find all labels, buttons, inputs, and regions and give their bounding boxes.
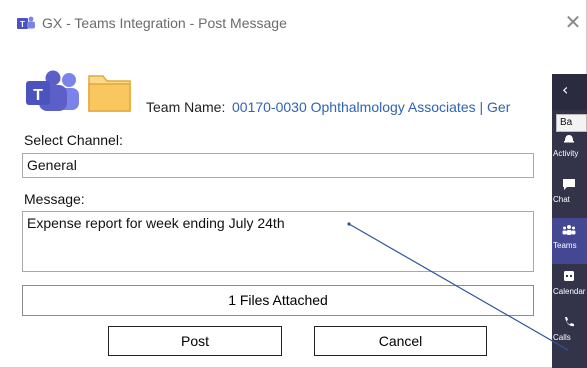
bell-icon: [564, 135, 574, 143]
message-input[interactable]: Expense report for week ending July 24th: [22, 211, 534, 272]
svg-text:T: T: [33, 87, 43, 104]
sidebar-item-activity[interactable]: Activity: [552, 126, 587, 172]
teams-sidebar: ‹ Ba Activity Chat Teams Calendar Calls: [552, 74, 587, 368]
svg-text:T: T: [20, 20, 25, 29]
teams-sidebar-header: ‹: [552, 74, 587, 110]
sidebar-item-chat[interactable]: Chat: [552, 172, 587, 218]
files-attached-box[interactable]: 1 Files Attached: [22, 285, 534, 316]
channel-select-value: General: [27, 157, 77, 173]
sidebar-item-calls[interactable]: Calls: [552, 310, 587, 356]
sidebar-item-teams[interactable]: Teams: [552, 218, 587, 264]
message-text: Expense report for week ending July 24th: [27, 215, 285, 231]
phone-icon: [565, 317, 574, 327]
teams-logo-icon: T: [26, 70, 79, 111]
team-name-value: 00170-0030 Ophthalmology Associates | Ge…: [232, 99, 511, 115]
sidebar-item-label: Teams: [553, 241, 577, 250]
sidebar-item-label: Activity: [553, 149, 579, 158]
cancel-button-label: Cancel: [378, 333, 423, 349]
close-icon[interactable]: ✕: [561, 10, 585, 34]
post-button[interactable]: Post: [108, 326, 282, 356]
folder-icon: [88, 75, 131, 112]
sidebar-item-calendar[interactable]: Calendar: [552, 264, 587, 310]
calendar-icon: [564, 271, 574, 281]
message-label: Message:: [24, 191, 85, 207]
sidebar-item-label: Calendar: [553, 287, 586, 296]
window-title: GX - Teams Integration - Post Message: [42, 15, 287, 31]
cancel-button[interactable]: Cancel: [314, 326, 487, 356]
teams-app-icon: T: [17, 16, 35, 29]
team-name-label: Team Name:: [146, 99, 226, 115]
sidebar-item-label: Calls: [553, 333, 571, 342]
sidebar-item-label: Chat: [553, 195, 570, 204]
chat-icon: [563, 179, 575, 190]
title-bar: T GX - Teams Integration - Post Message …: [0, 0, 587, 46]
channel-select[interactable]: General: [22, 153, 534, 178]
files-attached-text: 1 Files Attached: [228, 292, 328, 308]
teams-icon: [562, 225, 576, 235]
chevron-left-icon[interactable]: ‹: [562, 80, 568, 99]
post-button-label: Post: [180, 333, 209, 349]
select-channel-label: Select Channel:: [24, 132, 123, 148]
